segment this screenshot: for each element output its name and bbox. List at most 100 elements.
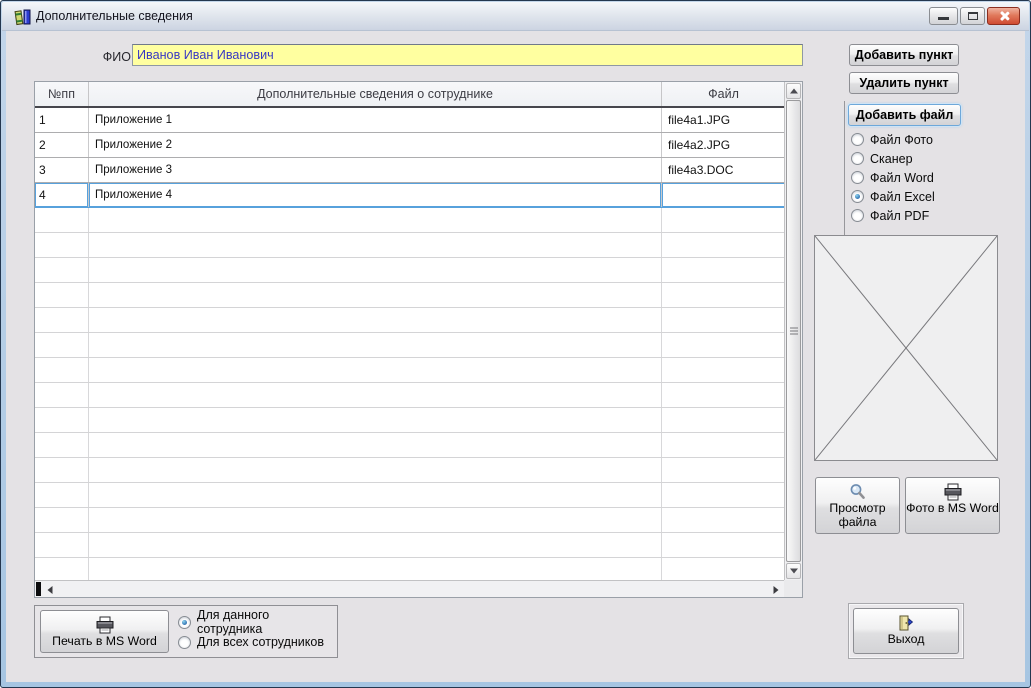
titlebar[interactable]: Дополнительные сведения	[2, 2, 1029, 31]
row-file-cell[interactable]	[662, 408, 785, 432]
row-details-cell[interactable]	[89, 533, 662, 557]
exit-button[interactable]: Выход	[853, 608, 959, 654]
row-details-cell[interactable]: Приложение 4	[89, 183, 662, 207]
table-row-empty[interactable]	[35, 408, 785, 433]
table-row[interactable]: 1Приложение 1file4a1.JPG	[35, 108, 785, 133]
scroll-up-button[interactable]	[786, 83, 801, 99]
row-num-cell[interactable]	[35, 483, 89, 507]
file-source-option[interactable]: Сканер	[851, 149, 935, 168]
add-file-button[interactable]: Добавить файл	[848, 104, 961, 126]
table-row[interactable]: 4Приложение 4	[35, 183, 785, 208]
h-scrollbar[interactable]	[35, 580, 784, 597]
print-scope-option[interactable]: Для данного сотрудника	[178, 612, 337, 632]
row-num-cell[interactable]: 4	[35, 183, 89, 207]
row-details-cell[interactable]: Приложение 1	[89, 108, 662, 132]
table-row-empty[interactable]	[35, 433, 785, 458]
row-num-cell[interactable]	[35, 533, 89, 557]
table-row-empty[interactable]	[35, 358, 785, 383]
close-button[interactable]	[987, 7, 1020, 25]
row-num-cell[interactable]	[35, 358, 89, 382]
table-row-empty[interactable]	[35, 533, 785, 558]
row-details-cell[interactable]	[89, 283, 662, 307]
row-file-cell[interactable]	[662, 358, 785, 382]
row-file-cell[interactable]	[662, 258, 785, 282]
row-file-cell[interactable]	[662, 308, 785, 332]
table-row-empty[interactable]	[35, 483, 785, 508]
file-source-option[interactable]: Файл Фото	[851, 130, 935, 149]
row-details-cell[interactable]	[89, 408, 662, 432]
row-details-cell[interactable]	[89, 383, 662, 407]
table-row-empty[interactable]	[35, 558, 785, 580]
delete-item-button[interactable]: Удалить пункт	[849, 72, 959, 94]
radio-icon[interactable]	[851, 133, 864, 146]
row-num-cell[interactable]	[35, 283, 89, 307]
row-file-cell[interactable]	[662, 283, 785, 307]
scroll-left-button[interactable]	[44, 584, 56, 595]
row-file-cell[interactable]	[662, 383, 785, 407]
table-row-empty[interactable]	[35, 383, 785, 408]
table-row-empty[interactable]	[35, 208, 785, 233]
table-row-empty[interactable]	[35, 508, 785, 533]
row-num-cell[interactable]	[35, 333, 89, 357]
row-num-cell[interactable]	[35, 558, 89, 580]
row-details-cell[interactable]	[89, 258, 662, 282]
row-file-cell[interactable]	[662, 458, 785, 482]
fio-input[interactable]	[132, 44, 803, 66]
row-num-cell[interactable]	[35, 258, 89, 282]
row-num-cell[interactable]	[35, 433, 89, 457]
row-num-cell[interactable]	[35, 408, 89, 432]
row-details-cell[interactable]	[89, 433, 662, 457]
file-source-option[interactable]: Файл Excel	[851, 187, 935, 206]
radio-icon[interactable]	[851, 152, 864, 165]
row-num-cell[interactable]	[35, 383, 89, 407]
photo-to-word-button[interactable]: Фото в MS Word	[905, 477, 1000, 534]
table-row-empty[interactable]	[35, 308, 785, 333]
radio-icon[interactable]	[851, 171, 864, 184]
row-file-cell[interactable]	[662, 508, 785, 532]
print-scope-option[interactable]: Для всех сотрудников	[178, 632, 337, 652]
row-num-cell[interactable]: 3	[35, 158, 89, 182]
table-row-empty[interactable]	[35, 283, 785, 308]
add-item-button[interactable]: Добавить пункт	[849, 44, 959, 66]
row-file-cell[interactable]	[662, 533, 785, 557]
minimize-button[interactable]	[929, 7, 958, 25]
row-num-cell[interactable]	[35, 233, 89, 257]
row-file-cell[interactable]: file4a3.DOC	[662, 158, 785, 182]
file-source-option[interactable]: Файл PDF	[851, 206, 935, 225]
v-scrollbar[interactable]	[784, 82, 802, 580]
row-details-cell[interactable]: Приложение 2	[89, 133, 662, 157]
table-row-empty[interactable]	[35, 333, 785, 358]
file-source-option[interactable]: Файл Word	[851, 168, 935, 187]
v-scroll-thumb[interactable]	[786, 100, 801, 562]
row-details-cell[interactable]	[89, 333, 662, 357]
radio-icon[interactable]	[851, 209, 864, 222]
row-num-cell[interactable]	[35, 308, 89, 332]
row-details-cell[interactable]	[89, 483, 662, 507]
row-details-cell[interactable]	[89, 208, 662, 232]
table-row-empty[interactable]	[35, 458, 785, 483]
row-num-cell[interactable]	[35, 458, 89, 482]
row-details-cell[interactable]: Приложение 3	[89, 158, 662, 182]
row-file-cell[interactable]	[662, 183, 785, 207]
table-row[interactable]: 2Приложение 2file4a2.JPG	[35, 133, 785, 158]
view-file-button[interactable]: Просмотр файла	[815, 477, 900, 534]
row-num-cell[interactable]	[35, 208, 89, 232]
radio-icon[interactable]	[851, 190, 864, 203]
row-details-cell[interactable]	[89, 508, 662, 532]
row-file-cell[interactable]	[662, 333, 785, 357]
row-num-cell[interactable]	[35, 508, 89, 532]
row-file-cell[interactable]	[662, 483, 785, 507]
radio-icon[interactable]	[178, 616, 191, 629]
maximize-button[interactable]	[960, 7, 985, 25]
table-row-empty[interactable]	[35, 258, 785, 283]
h-scroll-thumb[interactable]	[36, 582, 41, 596]
row-details-cell[interactable]	[89, 358, 662, 382]
radio-icon[interactable]	[178, 636, 191, 649]
row-file-cell[interactable]	[662, 558, 785, 580]
scroll-right-button[interactable]	[770, 584, 782, 595]
row-file-cell[interactable]	[662, 208, 785, 232]
scroll-down-button[interactable]	[786, 563, 801, 579]
row-file-cell[interactable]	[662, 233, 785, 257]
row-details-cell[interactable]	[89, 558, 662, 580]
table-row-empty[interactable]	[35, 233, 785, 258]
